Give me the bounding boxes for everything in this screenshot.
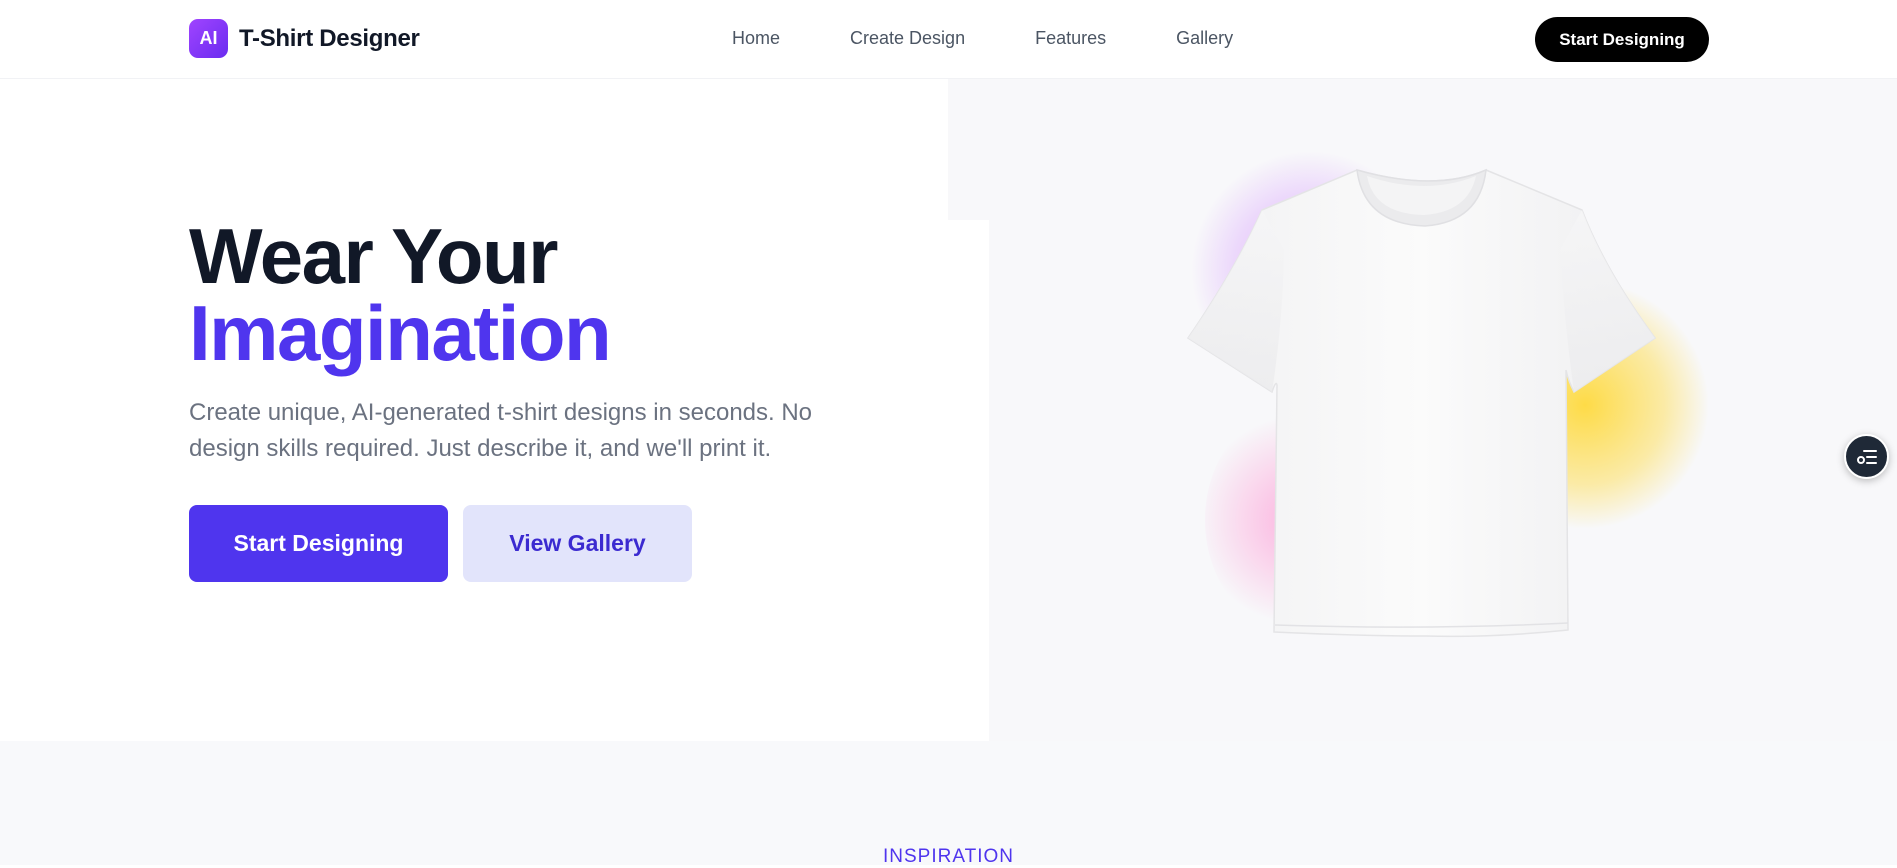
logo[interactable]: AI T-Shirt Designer xyxy=(189,19,420,58)
logo-badge: AI xyxy=(189,19,228,58)
nav-create-design[interactable]: Create Design xyxy=(850,28,965,49)
tshirt-icon xyxy=(1186,168,1657,638)
hero-tshirt-image xyxy=(1150,130,1710,670)
list-settings-icon xyxy=(1856,449,1877,464)
main-nav: Home Create Design Features Gallery xyxy=(732,28,1233,49)
hero-subtitle: Create unique, AI-generated t-shirt desi… xyxy=(189,399,813,462)
view-gallery-button[interactable]: View Gallery xyxy=(463,505,692,582)
site-header: AI T-Shirt Designer Home Create Design F… xyxy=(0,0,1897,79)
start-designing-button[interactable]: Start Designing xyxy=(189,505,448,582)
header-start-designing-button[interactable]: Start Designing xyxy=(1535,17,1709,62)
hero-panel-notch xyxy=(948,79,989,220)
nav-features[interactable]: Features xyxy=(1035,28,1106,49)
hero-title-line1: Wear Your xyxy=(189,212,558,300)
hero-title-line2: Imagination xyxy=(189,289,612,377)
nav-gallery[interactable]: Gallery xyxy=(1176,28,1233,49)
floating-menu-button[interactable] xyxy=(1844,434,1889,479)
hero-title: Wear Your Imagination xyxy=(189,212,612,377)
brand-name: T-Shirt Designer xyxy=(239,24,420,52)
nav-home[interactable]: Home xyxy=(732,28,780,49)
